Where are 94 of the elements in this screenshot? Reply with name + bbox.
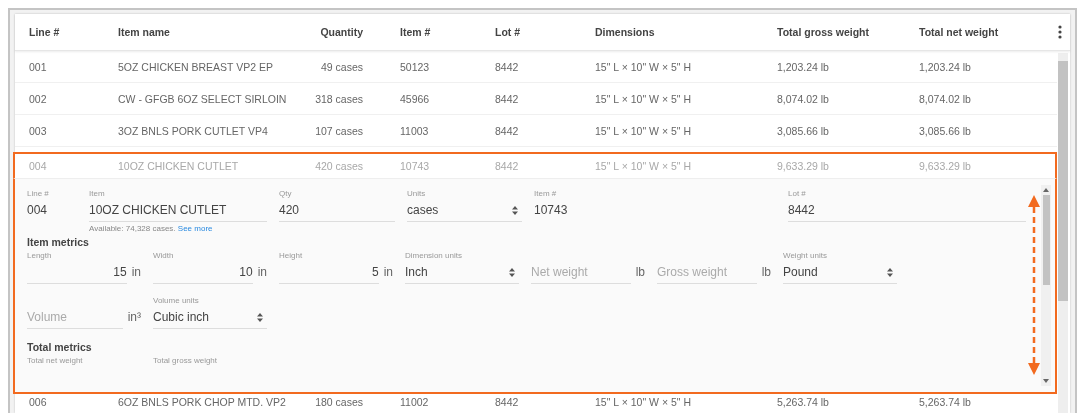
table-cell-text: 5OZ CHICKEN BREAST VP2 EP [118,60,275,73]
column-header[interactable]: Dimensions [595,26,777,38]
table-cell-text: 3,085.66 lb [777,124,830,137]
table-cell-text: 9,633.29 lb [919,160,972,172]
section-title: Total metrics [27,341,93,353]
availability-text: Available: 74,328 cases. [89,224,176,233]
field-label: Width [153,251,175,262]
field-label: Weight units [783,251,828,262]
field-label: Total gross weight [153,356,219,367]
table-cell-text: 318 cases [314,92,363,105]
field-value: 004 [27,202,49,219]
unit-label: lb [761,265,771,281]
table-cell: CW - GFGB 6OZ SELECT SIRLOIN [118,92,288,105]
column-header[interactable]: Item # [400,26,495,38]
column-header[interactable]: Total gross weight [777,26,919,38]
unit-label: in [131,265,141,281]
table-cell-text: 006 [28,396,48,408]
field-value: 10743 [534,202,569,219]
field-label: Line # [27,189,50,200]
table-cell-text: 8442 [495,60,520,73]
table-cell-text: 107 cases [314,124,363,137]
select-field[interactable]: Pound [783,262,897,284]
table-cell-text: 1,203.24 lb [777,60,830,73]
unit-label: lb [635,265,645,281]
table-cell-text: 8442 [495,124,520,137]
table-cell-text: 004 [28,160,48,172]
section-title: Item metrics [27,236,90,248]
unit-label: in [257,265,267,281]
select-field[interactable]: Cubic inch [153,307,267,329]
table-cell-text: 11003 [400,124,430,137]
table-cell-text: 11002 [400,396,430,408]
table-cell-text: 8442 [495,396,520,408]
table-cell-text: 5,263.74 lb [919,396,972,408]
field-label: Height [279,251,304,262]
table-cell-text: 10OZ CHICKEN CUTLET [118,160,240,172]
field-label: Volume units [153,296,200,307]
input-field[interactable]: 15 [27,262,127,284]
table-cell-text: 8442 [495,92,520,105]
field-label: Dimension units [405,251,463,262]
field-label: Length [27,251,53,262]
sort-arrows-icon [512,205,518,215]
input-field[interactable]: 8442 [788,200,1026,222]
sort-arrows-icon [887,267,893,277]
field-label: Item # [534,189,558,200]
unit-label: in [383,265,393,281]
input-field[interactable]: 10 [153,262,253,284]
table-cell-text: 3,085.66 lb [919,124,972,137]
table-cell-text: 15" L × 10" W × 5" H [595,396,692,408]
table-cell-text: 3OZ BNLS PORK CUTLET VP4 [118,124,269,137]
table-cell-text: 15" L × 10" W × 5" H [595,60,692,73]
table-cell-text: 8442 [495,160,520,172]
column-header[interactable]: Lot # [495,26,595,38]
sort-arrows-icon [509,267,515,277]
field-label: Total net weight [27,356,84,367]
scroll-up-icon[interactable] [1043,188,1049,192]
field-label: Item [89,189,106,200]
table-cell-text: 6OZ BNLS PORK CHOP MTD. VP2 [118,396,287,408]
table-cell-text: 180 cases [314,396,363,408]
table-cell-text: 8,074.02 lb [919,92,972,105]
see-more-link[interactable]: See more [177,224,213,233]
field-label: Units [407,189,427,200]
scrollbar[interactable] [1041,185,1051,386]
table-cell-text: 15" L × 10" W × 5" H [595,92,692,105]
table-cell-text: 003 [28,124,48,137]
unit-label: in³ [127,310,141,326]
column-header[interactable]: Line # [15,26,118,38]
table-cell-text: 001 [28,60,48,73]
table-cell-text: 420 cases [314,160,363,172]
table-cell-text: 45966 [400,92,431,105]
table-cell-text: 49 cases [319,60,363,73]
field-label: Lot # [788,189,807,200]
table-cell-text: 15" L × 10" W × 5" H [595,124,692,137]
input-field[interactable]: 10OZ CHICKEN CUTLET [89,200,267,222]
input-field[interactable]: 420 [279,200,395,222]
field-label: Qty [279,189,293,200]
column-header[interactable]: Quantity [288,26,363,38]
table-cell-text: 002 [28,92,48,105]
double-arrow-icon [1028,195,1040,375]
table-cell-text: 1,203.24 lb [919,60,972,73]
table-cell-text: 15" L × 10" W × 5" H [595,160,692,172]
table-cell-text: 50123 [400,60,431,73]
table-cell-text: 8,074.02 lb [777,92,830,105]
scrollbar[interactable] [1058,53,1068,413]
column-header[interactable]: Item name [118,26,288,38]
input-field[interactable]: 5 [279,262,379,284]
table-cell-text: 10743 [400,160,431,172]
sort-arrows-icon [257,312,263,322]
scroll-down-icon[interactable] [1043,379,1049,383]
select-field[interactable]: cases [407,200,522,222]
table-cell-text: 5,263.74 lb [777,396,830,408]
select-field[interactable]: Inch [405,262,519,284]
more-options-icon[interactable] [1058,25,1062,39]
table-cell-text: 9,633.29 lb [777,160,830,172]
column-header[interactable]: Total net weight [919,26,1049,38]
